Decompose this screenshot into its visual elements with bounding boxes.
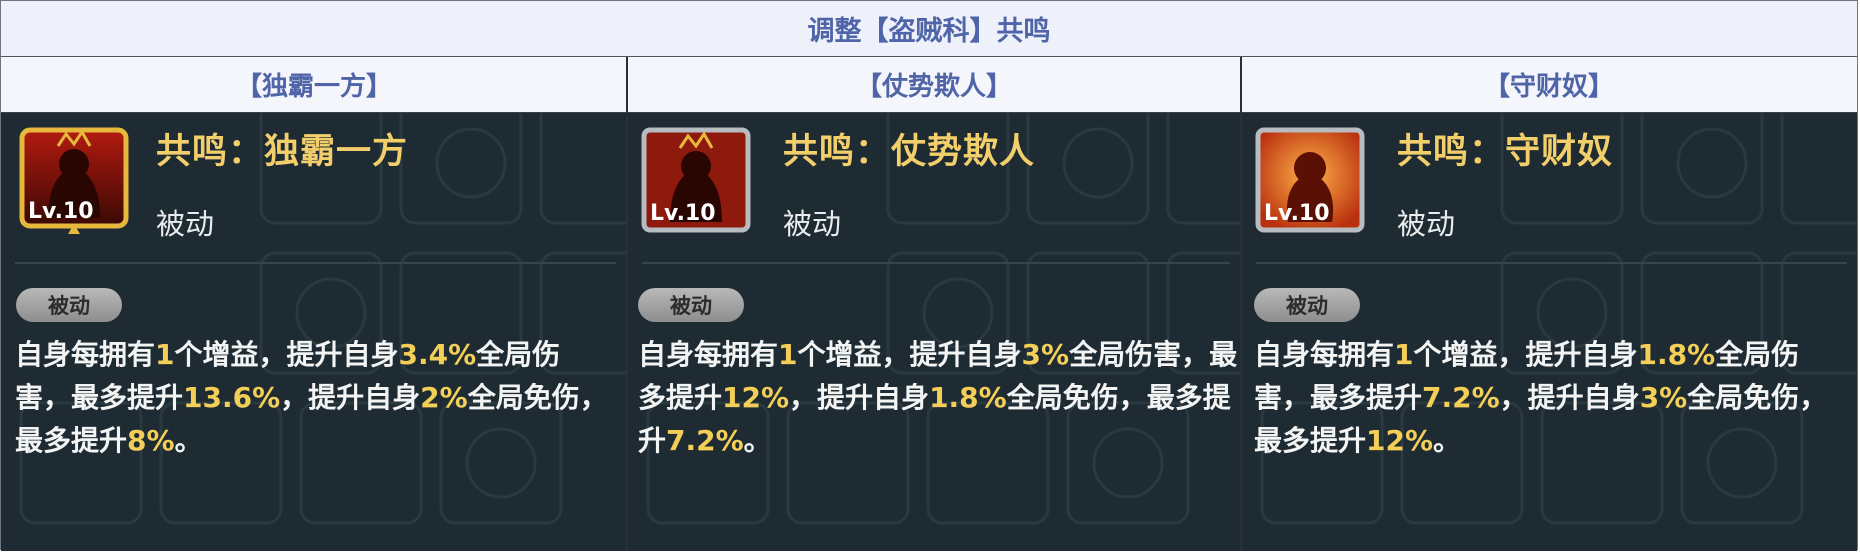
table-title: 调整【盗贼科】共鸣: [1, 1, 1857, 57]
skill-name: 共鸣：守财奴: [1397, 132, 1614, 172]
highlight-value: 1.8%: [929, 381, 1007, 414]
skill-panel-1: Lv.10 共鸣：独霸一方 被动 被动 自身每拥有1个增益，提升自身3.4%全局…: [1, 113, 626, 551]
passive-badge: 被动: [638, 288, 744, 322]
highlight-value: 1: [778, 338, 798, 371]
highlight-value: 3%: [1021, 338, 1070, 371]
description-text: 。: [743, 424, 772, 457]
description-text: 自身每拥有: [638, 338, 779, 371]
divider: [642, 262, 1230, 264]
skill-type: 被动: [1397, 207, 1456, 241]
divider: [15, 262, 616, 264]
description-text: 。: [174, 424, 203, 457]
highlight-value: 12%: [1366, 424, 1434, 457]
highlight-value: 3.4%: [398, 338, 477, 371]
highlight-value: 1: [155, 338, 175, 371]
description-text: 。: [1433, 424, 1462, 457]
description-text: 个增益，提升自身: [797, 338, 1022, 371]
orange-burst-icon: Lv.10: [1254, 126, 1366, 236]
skill-description: 自身每拥有1个增益，提升自身1.8%全局伤害，最多提升7.2%，提升自身3%全局…: [1254, 333, 1854, 462]
highlight-value: 12%: [722, 381, 790, 414]
description-text: ，提升自身: [1499, 381, 1640, 414]
level-label: Lv.10: [650, 201, 716, 226]
skill-panel-2: Lv.10 共鸣：仗势欺人 被动 被动 自身每拥有1个增益，提升自身3%全局伤害…: [628, 113, 1240, 551]
fire-silhouette-icon: Lv.10: [18, 126, 130, 236]
column-header-1: 【独霸一方】: [235, 72, 392, 102]
description-text: 自身每拥有: [15, 338, 156, 371]
skill-name: 共鸣：独霸一方: [156, 132, 409, 172]
highlight-value: 2%: [420, 381, 468, 414]
highlight-value: 7.2%: [666, 424, 744, 457]
highlight-value: 3%: [1639, 381, 1688, 414]
highlight-value: 1: [1394, 338, 1414, 371]
skill-description: 自身每拥有1个增益，提升自身3.4%全局伤害，最多提升13.6%，提升自身2%全…: [15, 333, 615, 462]
passive-badge: 被动: [1254, 288, 1360, 322]
column-header-3: 【守财奴】: [1483, 72, 1614, 102]
skill-name: 共鸣：仗势欺人: [783, 132, 1036, 172]
divider: [1256, 262, 1847, 264]
highlight-value: 1.8%: [1637, 338, 1716, 371]
description-text: ，提升自身: [280, 381, 421, 414]
highlight-value: 8%: [127, 424, 175, 457]
column-header-2: 【仗势欺人】: [855, 72, 1012, 102]
description-text: 个增益，提升自身: [1413, 338, 1638, 371]
description-text: ，提升自身: [789, 381, 930, 414]
skill-type: 被动: [783, 207, 842, 241]
level-label: Lv.10: [1264, 201, 1330, 226]
skill-panel-3: Lv.10 共鸣：守财奴 被动 被动 自身每拥有1个增益，提升自身1.8%全局伤…: [1242, 113, 1857, 551]
skill-type: 被动: [156, 207, 215, 241]
skill-description: 自身每拥有1个增益，提升自身3%全局伤害，最多提升12%，提升自身1.8%全局免…: [638, 333, 1238, 462]
highlight-value: 7.2%: [1422, 381, 1500, 414]
resonance-table: 调整【盗贼科】共鸣 【独霸一方】 【仗势欺人】 【守财奴】 Lv.10 共鸣：独…: [0, 0, 1858, 551]
column-header-row: 【独霸一方】 【仗势欺人】 【守财奴】: [1, 57, 1857, 113]
highlight-value: 13.6%: [183, 381, 281, 414]
passive-badge: 被动: [16, 288, 122, 322]
description-text: 个增益，提升自身: [174, 338, 399, 371]
fire-silhouette-icon: Lv.10: [640, 126, 752, 236]
level-label: Lv.10: [28, 199, 94, 224]
description-text: 自身每拥有: [1254, 338, 1395, 371]
